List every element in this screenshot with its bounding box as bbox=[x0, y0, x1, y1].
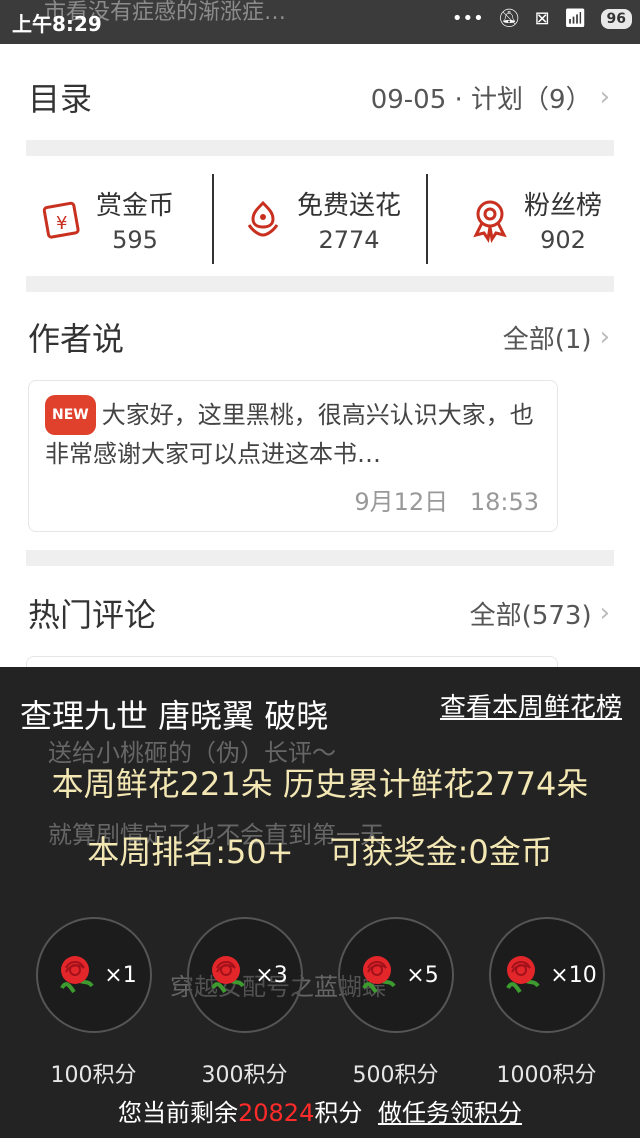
hot-comments-row[interactable]: 热门评论 全部(573) › bbox=[28, 590, 610, 636]
rank-bonus-line: 本周排名:50+ 可获奖金:0金币 bbox=[0, 827, 640, 873]
gift-multiplier: ×5 bbox=[406, 962, 439, 988]
points-footer: 您当前剩余20824积分 做任务领积分 bbox=[0, 1093, 640, 1128]
author-says-title: 作者说 bbox=[28, 320, 125, 358]
bell-off-icon: 🔕︎ bbox=[497, 8, 521, 29]
earn-points-link[interactable]: 做任务领积分 bbox=[378, 1099, 522, 1127]
author-note-text: 大家好，这里黑桃，很高兴认识大家，也非常感谢大家可以点进这本书… bbox=[45, 401, 534, 468]
reward-coin-icon: ¥ bbox=[42, 201, 80, 239]
svg-text:¥: ¥ bbox=[56, 213, 67, 234]
gift-points: 1000积分 bbox=[496, 1063, 597, 1088]
gift-option-5[interactable]: ×5 500积分 bbox=[326, 917, 466, 1089]
chevron-right-icon: › bbox=[599, 598, 610, 628]
catalog-title: 目录 bbox=[28, 80, 93, 118]
stat-free-flowers[interactable]: 免费送花 2774 bbox=[212, 174, 426, 264]
fan-rank-icon bbox=[473, 200, 507, 243]
chevron-right-icon: › bbox=[599, 82, 610, 112]
bonus-coins: 可获奖金:0金币 bbox=[329, 833, 553, 871]
rose-icon bbox=[60, 956, 94, 994]
gift-option-10[interactable]: ×10 1000积分 bbox=[477, 917, 617, 1089]
footer-prefix: 您当前剩余 bbox=[118, 1099, 238, 1127]
stat-value: 595 bbox=[112, 225, 158, 254]
gift-points: 500积分 bbox=[352, 1063, 439, 1088]
author-note-date: 9月12日 bbox=[354, 488, 449, 516]
stat-value: 902 bbox=[540, 225, 586, 254]
gift-multiplier: ×10 bbox=[550, 962, 597, 988]
gift-points: 300积分 bbox=[201, 1063, 288, 1088]
status-time: 上午8:29 bbox=[12, 12, 102, 36]
gift-points: 100积分 bbox=[50, 1063, 137, 1088]
stat-value: 2774 bbox=[318, 225, 380, 254]
weekly-flower-rank-link[interactable]: 查看本周鲜花榜 bbox=[440, 687, 622, 724]
gift-option-3[interactable]: ×3 300积分 bbox=[175, 917, 315, 1089]
catalog-row[interactable]: 目录 09-05 · 计划（9） › bbox=[28, 74, 610, 120]
flower-panel: 送给小桃砸的（伪）长评～ 就算剧情定了也不会直到第一天 穿越女配号之蓝蝴蝶 查理… bbox=[0, 667, 640, 1138]
author-says-row[interactable]: 作者说 全部(1) › bbox=[28, 314, 610, 360]
dots-icon: ••• bbox=[451, 8, 484, 29]
divider bbox=[26, 550, 614, 566]
gift-multiplier: ×3 bbox=[255, 962, 288, 988]
battery-icon: 96 bbox=[600, 8, 632, 29]
divider bbox=[26, 140, 614, 156]
status-icons: ••• 🔕︎ ⊠ 📶︎ 96 bbox=[452, 8, 632, 29]
gift-multiplier: ×1 bbox=[104, 962, 137, 988]
remaining-points: 20824 bbox=[238, 1099, 315, 1127]
rose-icon bbox=[362, 956, 396, 994]
footer-suffix: 积分 bbox=[314, 1099, 363, 1127]
catalog-plan: 09-05 · 计划（9） bbox=[370, 84, 592, 115]
rose-icon bbox=[211, 956, 245, 994]
gift-circle[interactable]: ×10 bbox=[488, 917, 605, 1033]
new-badge: NEW bbox=[45, 395, 96, 435]
author-note-time: 18:53 bbox=[469, 488, 539, 516]
gift-option-1[interactable]: ×1 100积分 bbox=[24, 917, 164, 1089]
gift-circle[interactable]: ×1 bbox=[35, 917, 152, 1033]
author-note-card[interactable]: NEW 大家好，这里黑桃，很高兴认识大家，也非常感谢大家可以点进这本书… 9月12… bbox=[28, 380, 558, 532]
wifi-icon: 📶︎ bbox=[563, 8, 587, 29]
chevron-right-icon: › bbox=[599, 322, 610, 352]
hot-comments-title: 热门评论 bbox=[28, 596, 157, 634]
stat-label: 免费送花 bbox=[296, 190, 401, 221]
divider bbox=[26, 276, 614, 292]
flower-gift-options: ×1 100积分 ×3 300积分 ×5 500积分 ×10 1000积分 bbox=[0, 917, 640, 1089]
stats-bar: ¥ 赏金币 595 免费送花 2774 粉丝榜 902 bbox=[0, 174, 640, 264]
stat-reward-coins[interactable]: ¥ 赏金币 595 bbox=[0, 174, 212, 264]
status-bar: 市看没有症感的渐涨症… 上午8:29 ••• 🔕︎ ⊠ 📶︎ 96 bbox=[0, 0, 640, 44]
author-says-all: 全部(1) bbox=[502, 324, 592, 355]
weekly-rank: 本周排名:50+ bbox=[87, 833, 294, 871]
weekly-flowers-summary: 本周鲜花221朵 历史累计鲜花2774朵 bbox=[51, 765, 589, 803]
gift-circle[interactable]: ×3 bbox=[186, 917, 303, 1033]
rose-icon bbox=[506, 956, 540, 994]
stat-label: 赏金币 bbox=[95, 190, 174, 221]
flower-icon bbox=[247, 200, 279, 237]
stat-label: 粉丝榜 bbox=[523, 190, 602, 221]
hot-comments-all: 全部(573) bbox=[469, 600, 592, 631]
author-names: 查理九世 唐晓翼 破晓 bbox=[20, 697, 329, 735]
sim-x-icon: ⊠ bbox=[534, 8, 550, 29]
gift-circle[interactable]: ×5 bbox=[337, 917, 454, 1033]
stat-fan-rank[interactable]: 粉丝榜 902 bbox=[426, 174, 640, 264]
